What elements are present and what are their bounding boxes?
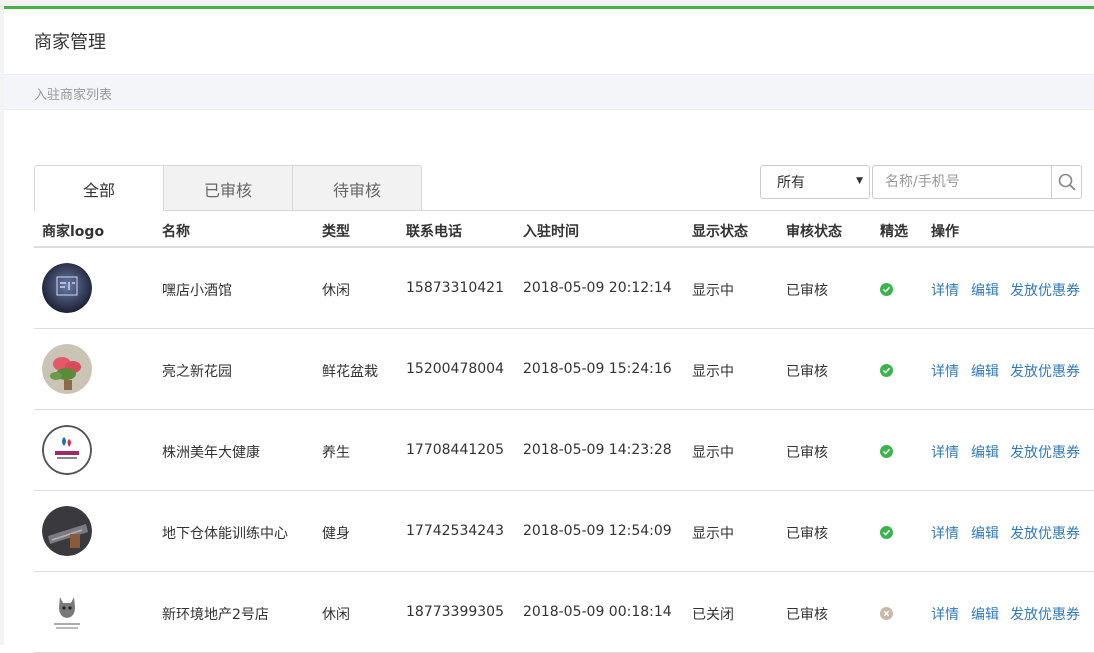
table-row: 新环境地产2号店 休闲 18773399305 2018-05-09 00:18…	[34, 572, 1094, 653]
detail-link[interactable]: 详情	[931, 361, 959, 381]
merchant-logo	[42, 344, 92, 394]
merchant-phone: 17742534243	[406, 523, 504, 539]
merchant-logo	[42, 425, 92, 475]
edit-link[interactable]: 编辑	[971, 361, 999, 381]
join-time: 2018-05-09 14:23:28	[523, 442, 672, 458]
col-logo: 商家logo	[42, 224, 105, 240]
type-filter-select[interactable]: 所有 ▼	[760, 165, 870, 199]
merchant-type: 休闲	[322, 607, 350, 623]
table-header: 商家logo 名称 类型 联系电话 入驻时间 显示状态 审核状态 精选 操作	[34, 211, 1094, 248]
tab-approved[interactable]: 已审核	[163, 165, 293, 211]
edit-link[interactable]: 编辑	[971, 604, 999, 624]
audit-status: 已审核	[786, 607, 828, 623]
tab-pending[interactable]: 待审核	[292, 165, 422, 211]
merchant-phone: 15873310421	[406, 280, 504, 296]
join-time: 2018-05-09 00:18:14	[523, 604, 672, 620]
audit-status: 已审核	[786, 526, 828, 542]
col-type: 类型	[322, 224, 350, 240]
table-row: 亮之新花园 鲜花盆栽 15200478004 2018-05-09 15:24:…	[34, 329, 1094, 410]
tab-all[interactable]: 全部	[34, 165, 164, 211]
search-input[interactable]	[872, 165, 1052, 199]
join-time: 2018-05-09 15:24:16	[523, 361, 672, 377]
col-time: 入驻时间	[523, 224, 579, 240]
merchant-type: 休闲	[322, 283, 350, 299]
status-tabs: 全部 已审核 待审核	[34, 165, 422, 211]
green-accent-line	[4, 6, 1094, 9]
display-status: 显示中	[692, 364, 734, 380]
featured-check-icon[interactable]	[880, 445, 893, 458]
search-button[interactable]	[1051, 165, 1082, 199]
table-row: 株洲美年大健康 养生 17708441205 2018-05-09 14:23:…	[34, 410, 1094, 491]
merchant-logo	[42, 587, 92, 637]
audit-status: 已审核	[786, 364, 828, 380]
merchant-logo	[42, 263, 92, 313]
merchant-phone: 15200478004	[406, 361, 504, 377]
merchant-phone: 18773399305	[406, 604, 504, 620]
merchant-name: 亮之新花园	[162, 364, 232, 380]
col-actions: 操作	[931, 224, 959, 240]
display-status: 已关闭	[692, 607, 734, 623]
audit-status: 已审核	[786, 445, 828, 461]
col-display: 显示状态	[692, 224, 748, 240]
detail-link[interactable]: 详情	[931, 523, 959, 543]
issue-coupon-link[interactable]: 发放优惠券	[1010, 442, 1080, 462]
featured-off-icon[interactable]	[880, 607, 893, 620]
display-status: 显示中	[692, 283, 734, 299]
search-icon	[1058, 173, 1076, 191]
col-phone: 联系电话	[406, 224, 462, 240]
merchant-type: 鲜花盆栽	[322, 364, 378, 380]
merchant-phone: 17708441205	[406, 442, 504, 458]
join-time: 2018-05-09 20:12:14	[523, 280, 672, 296]
edit-link[interactable]: 编辑	[971, 442, 999, 462]
merchant-name: 地下仓体能训练中心	[162, 526, 288, 542]
col-name: 名称	[162, 224, 190, 240]
col-featured: 精选	[880, 224, 908, 240]
display-status: 显示中	[692, 526, 734, 542]
merchant-type: 养生	[322, 445, 350, 461]
issue-coupon-link[interactable]: 发放优惠券	[1010, 523, 1080, 543]
merchant-table: 商家logo 名称 类型 联系电话 入驻时间 显示状态 审核状态 精选 操作 嘿…	[34, 211, 1094, 653]
breadcrumb: 入驻商家列表	[34, 88, 113, 103]
featured-check-icon[interactable]	[880, 526, 893, 539]
col-audit: 审核状态	[786, 224, 842, 240]
page-title: 商家管理	[34, 32, 106, 53]
merchant-name: 株洲美年大健康	[162, 445, 260, 461]
edit-link[interactable]: 编辑	[971, 523, 999, 543]
detail-link[interactable]: 详情	[931, 604, 959, 624]
featured-check-icon[interactable]	[880, 283, 893, 296]
merchant-type: 健身	[322, 526, 350, 542]
merchant-name: 新环境地产2号店	[162, 607, 269, 623]
breadcrumb-bar: 入驻商家列表	[4, 74, 1094, 110]
merchant-logo	[42, 506, 92, 556]
merchant-name: 嘿店小酒馆	[162, 283, 232, 299]
filter-selected-value: 所有	[777, 175, 805, 191]
caret-down-icon: ▼	[856, 176, 863, 186]
table-row: 嘿店小酒馆 休闲 15873310421 2018-05-09 20:12:14…	[34, 248, 1094, 329]
issue-coupon-link[interactable]: 发放优惠券	[1010, 604, 1080, 624]
detail-link[interactable]: 详情	[931, 280, 959, 300]
top-accent-bar	[0, 0, 1094, 9]
issue-coupon-link[interactable]: 发放优惠券	[1010, 280, 1080, 300]
edit-link[interactable]: 编辑	[971, 280, 999, 300]
issue-coupon-link[interactable]: 发放优惠券	[1010, 361, 1080, 381]
audit-status: 已审核	[786, 283, 828, 299]
table-row: 地下仓体能训练中心 健身 17742534243 2018-05-09 12:5…	[34, 491, 1094, 572]
display-status: 显示中	[692, 445, 734, 461]
join-time: 2018-05-09 12:54:09	[523, 523, 672, 539]
featured-check-icon[interactable]	[880, 364, 893, 377]
detail-link[interactable]: 详情	[931, 442, 959, 462]
